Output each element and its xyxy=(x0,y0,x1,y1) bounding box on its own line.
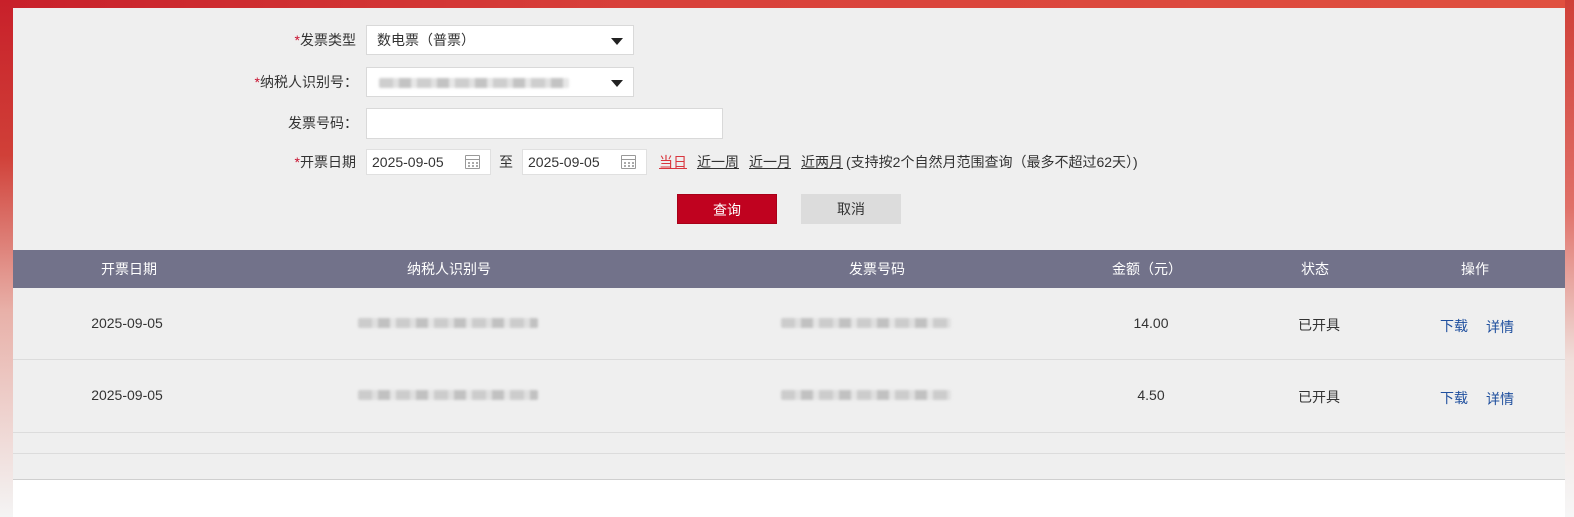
calendar-icon[interactable] xyxy=(621,155,636,169)
invoice-number-input[interactable] xyxy=(366,108,723,139)
taxpayer-id-label-text: 纳税人识别号： xyxy=(260,74,358,90)
details-link[interactable]: 详情 xyxy=(1486,317,1514,337)
invoice-type-select[interactable]: 数电票（普票） xyxy=(366,25,634,55)
download-link[interactable]: 下载 xyxy=(1440,388,1468,408)
table-row: 2025-09-05 4.50 已开具 下载 详情 xyxy=(13,360,1565,433)
query-button[interactable]: 查询 xyxy=(677,194,777,224)
row-issue-date: 2025-09-05 xyxy=(91,387,163,403)
redacted-taxpayer-id xyxy=(358,318,538,328)
date-to-input[interactable]: 2025-09-05 xyxy=(522,149,647,175)
column-header-issue-date: 开票日期 xyxy=(101,261,157,277)
invoice-type-value: 数电票（普票） xyxy=(377,32,475,48)
chevron-down-icon xyxy=(611,38,623,45)
row-status: 已开具 xyxy=(1298,317,1340,333)
right-background-edge xyxy=(1565,0,1574,517)
results-table-header: 开票日期 纳税人识别号 发票号码 金额（元） 状态 操作 xyxy=(13,250,1565,288)
row-status: 已开具 xyxy=(1298,389,1340,405)
quick-range-two-months[interactable]: 近两月 xyxy=(801,152,843,172)
taxpayer-id-select[interactable] xyxy=(366,67,634,97)
invoice-type-label-text: 发票类型 xyxy=(300,32,356,48)
quick-range-today[interactable]: 当日 xyxy=(659,152,687,172)
column-header-status: 状态 xyxy=(1301,261,1329,277)
redacted-invoice-number xyxy=(781,318,951,328)
quick-range-week[interactable]: 近一周 xyxy=(697,152,739,172)
chevron-down-icon xyxy=(611,80,623,87)
calendar-icon[interactable] xyxy=(465,155,480,169)
column-header-actions: 操作 xyxy=(1461,261,1489,277)
taxpayer-id-label: *纳税人识别号： xyxy=(220,67,358,97)
invoice-type-label: *发票类型 xyxy=(240,25,356,55)
range-hint-text: (支持按2个自然月范围查询（最多不超过62天）) xyxy=(846,154,1138,170)
invoice-number-label: 发票号码： xyxy=(288,115,358,131)
left-background-edge xyxy=(0,0,13,517)
date-range-separator: 至 xyxy=(499,154,513,170)
table-row: 2025-09-05 14.00 已开具 下载 详情 xyxy=(13,288,1565,360)
download-link[interactable]: 下载 xyxy=(1440,316,1468,336)
column-header-amount: 金额（元） xyxy=(1112,261,1182,277)
column-header-taxpayer-id: 纳税人识别号 xyxy=(407,261,491,277)
row-amount: 4.50 xyxy=(1137,387,1165,403)
redacted-taxpayer-id xyxy=(358,390,538,400)
empty-table-row xyxy=(13,433,1565,454)
date-from-value: 2025-09-05 xyxy=(372,154,444,170)
row-amount: 14.00 xyxy=(1133,315,1169,331)
redacted-taxpayer-id xyxy=(379,78,569,88)
quick-range-month[interactable]: 近一月 xyxy=(749,152,791,172)
date-to-value: 2025-09-05 xyxy=(528,154,600,170)
redacted-invoice-number xyxy=(781,390,951,400)
date-from-input[interactable]: 2025-09-05 xyxy=(366,149,491,175)
row-issue-date: 2025-09-05 xyxy=(91,315,163,331)
empty-table-row xyxy=(13,454,1565,479)
column-header-invoice-number: 发票号码 xyxy=(849,261,905,277)
top-banner-strip xyxy=(0,0,1574,8)
panel-bottom-divider xyxy=(13,479,1565,480)
cancel-button[interactable]: 取消 xyxy=(801,194,901,224)
issue-date-label: *开票日期 xyxy=(240,147,356,177)
issue-date-label-text: 开票日期 xyxy=(300,154,356,170)
details-link[interactable]: 详情 xyxy=(1486,389,1514,409)
